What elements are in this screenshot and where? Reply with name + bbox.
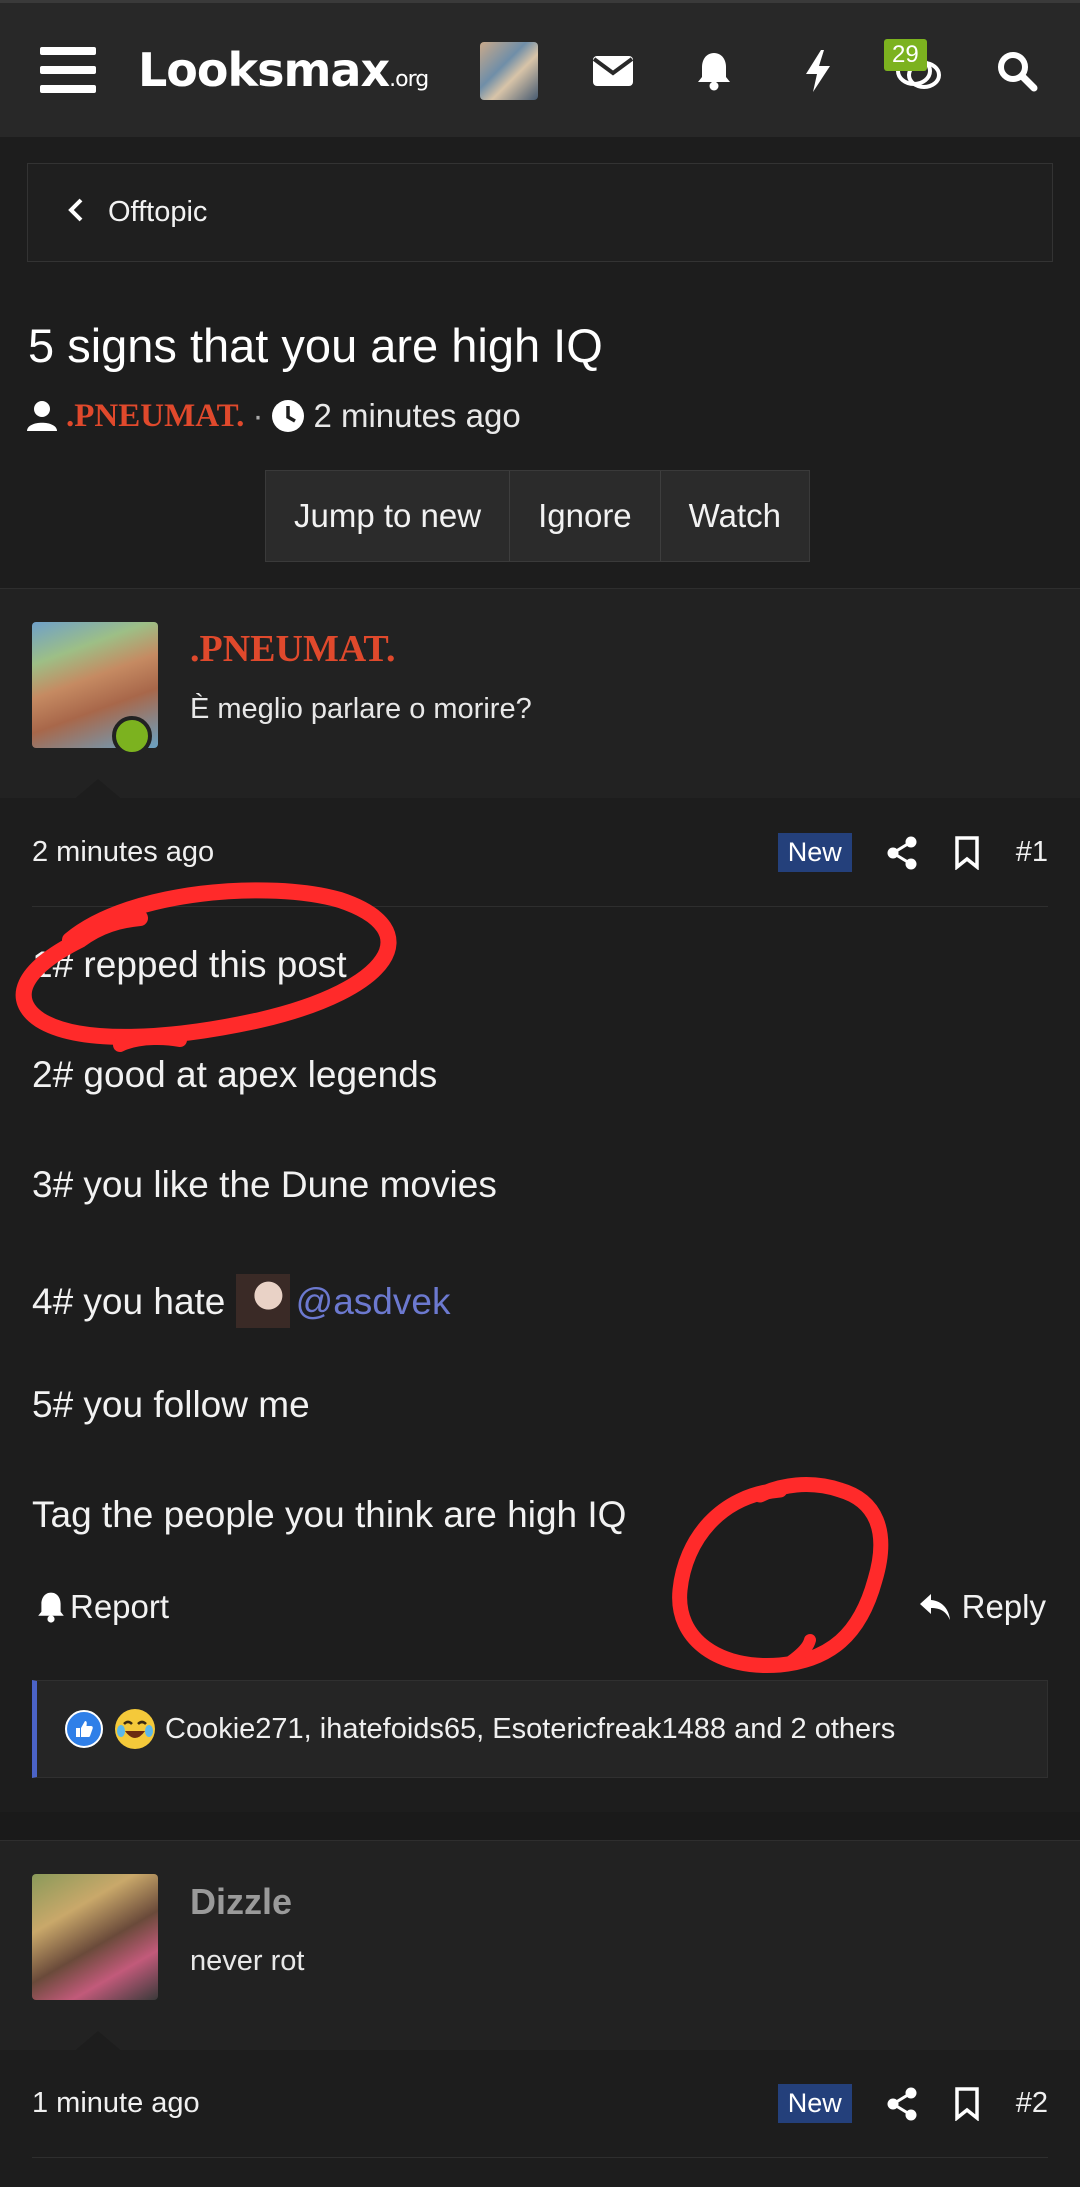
post-line-1: 1# repped this post xyxy=(32,944,347,985)
mention-avatar xyxy=(235,1274,290,1328)
laugh-cry-reaction-icon xyxy=(115,1709,155,1749)
new-badge: New xyxy=(777,2084,852,2123)
reactions-text: Cookie271, ihatefoids65, Esotericfreak14… xyxy=(165,1712,896,1745)
post-number[interactable]: #2 xyxy=(1016,2087,1048,2120)
bookmark-icon[interactable] xyxy=(954,2086,980,2121)
post-2-user-header: Dizzle never rot xyxy=(0,1840,1080,2053)
report-button[interactable]: Report xyxy=(36,1588,169,1626)
post-time[interactable]: 1 minute ago xyxy=(32,2087,778,2120)
chevron-left-icon xyxy=(66,193,84,232)
menu-icon[interactable] xyxy=(40,47,96,93)
conversations-count-badge: 29 xyxy=(884,39,927,71)
user-title: È meglio parlare o morire? xyxy=(190,693,532,725)
post-username[interactable]: Dizzle xyxy=(190,1881,292,1923)
lightning-icon[interactable] xyxy=(788,41,848,101)
reactions-bar[interactable]: Cookie271, ihatefoids65, Esotericfreak14… xyxy=(32,1680,1048,1778)
share-icon[interactable] xyxy=(886,2087,918,2121)
bookmark-icon[interactable] xyxy=(954,835,980,870)
clock-icon xyxy=(271,399,305,433)
post-line-3: 3# you like the Dune movies xyxy=(32,1164,497,1205)
top-navigation-bar: Looksmax.org 29 xyxy=(0,0,1080,137)
post-line-5: 5# you follow me xyxy=(32,1384,310,1425)
reply-label: Reply xyxy=(961,1588,1046,1625)
thread-meta: .PNEUMAT. · 2 minutes ago xyxy=(26,397,521,435)
user-title: never rot xyxy=(190,1945,305,1977)
breadcrumb-label: Offtopic xyxy=(108,196,208,228)
thread-title: 5 signs that you are high IQ xyxy=(28,319,603,372)
post-line-4: 4# you hate @asdvek xyxy=(32,1274,450,1328)
post-1-user-header: .PNEUMAT. È meglio parlare o morire? xyxy=(0,588,1080,801)
post-divider xyxy=(0,1812,1080,1840)
post-line-4-text: 4# you hate xyxy=(32,1281,226,1322)
search-icon[interactable] xyxy=(987,41,1047,101)
watch-button[interactable]: Watch xyxy=(660,471,809,561)
thread-actions: Jump to new Ignore Watch xyxy=(265,470,810,562)
site-logo[interactable]: Looksmax.org xyxy=(138,43,429,97)
bell-icon[interactable] xyxy=(684,41,744,101)
meta-separator: · xyxy=(252,397,264,434)
reply-button[interactable]: Reply xyxy=(918,1588,1046,1626)
post-actions: Report Reply xyxy=(36,1588,1046,1626)
like-reaction-icon xyxy=(65,1710,103,1748)
jump-to-new-button[interactable]: Jump to new xyxy=(266,471,511,561)
report-label: Report xyxy=(70,1588,170,1625)
post-username[interactable]: .PNEUMAT. xyxy=(190,627,395,671)
post-1-meta: 2 minutes ago New #1 xyxy=(32,799,1048,907)
thread-time: 2 minutes ago xyxy=(313,397,521,434)
thread-author[interactable]: .PNEUMAT. xyxy=(66,398,244,435)
logo-text: Looksmax xyxy=(138,43,390,97)
share-icon[interactable] xyxy=(886,836,918,870)
breadcrumb[interactable]: Offtopic xyxy=(27,163,1053,262)
envelope-icon[interactable] xyxy=(583,41,643,101)
logo-suffix: .org xyxy=(389,67,429,92)
user-mention-link[interactable]: @asdvek xyxy=(296,1281,451,1322)
post-2-meta: 1 minute ago New #2 xyxy=(32,2050,1048,2158)
avatar[interactable] xyxy=(32,1874,158,2000)
post-time[interactable]: 2 minutes ago xyxy=(32,836,778,869)
reply-icon xyxy=(918,1592,952,1622)
online-status-indicator xyxy=(112,716,152,756)
post-line-6: Tag the people you think are high IQ xyxy=(32,1494,627,1535)
bell-icon xyxy=(36,1591,66,1623)
ignore-button[interactable]: Ignore xyxy=(510,471,661,561)
red-annotation-circle-2 xyxy=(672,1477,889,1674)
user-icon xyxy=(26,400,58,432)
new-badge: New xyxy=(777,833,852,872)
post-number[interactable]: #1 xyxy=(1016,836,1048,869)
post-line-2: 2# good at apex legends xyxy=(32,1054,438,1095)
user-avatar-button[interactable] xyxy=(480,42,538,100)
post-arrow xyxy=(72,779,124,801)
